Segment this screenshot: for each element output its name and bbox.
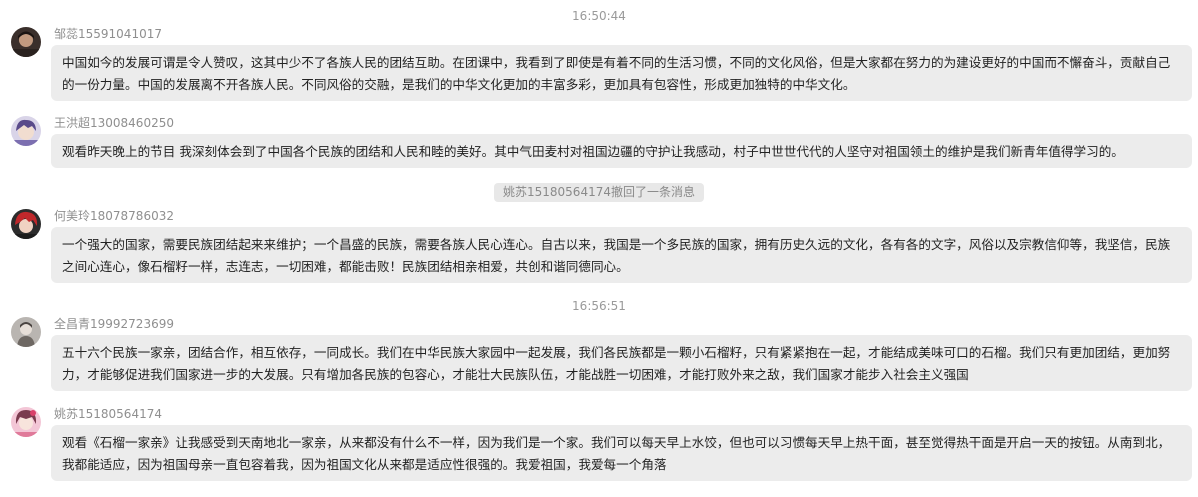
avatar[interactable] <box>11 116 41 146</box>
message-bubble[interactable]: 观看《石榴一家亲》让我感受到天南地北一家亲，从来都没有什么不一样，因为我们是一个… <box>51 425 1192 481</box>
timestamp: 16:56:51 <box>572 299 626 313</box>
avatar[interactable] <box>11 27 41 57</box>
chat-history: 16:50:44 邹蕊15591041017 中国如今的发展可谓是令人赞叹，这其… <box>0 0 1198 497</box>
sender-name: 王洪超13008460250 <box>54 116 174 130</box>
sender-name: 全昌青19992723699 <box>54 317 174 331</box>
message-bubble[interactable]: 中国如今的发展可谓是令人赞叹，这其中少不了各族人民的团结互助。在团课中，我看到了… <box>51 45 1192 101</box>
avatar[interactable] <box>11 209 41 239</box>
recall-notice-row: 姚苏15180564174撤回了一条消息 <box>0 181 1198 202</box>
red-hair-anime-avatar-icon <box>11 209 41 239</box>
sender-name: 何美玲18078786032 <box>54 209 174 223</box>
anime-character-avatar-icon <box>11 116 41 146</box>
message-bubble[interactable]: 一个强大的国家，需要民族团结起来来维护；一个昌盛的民族，需要各族人民心连心。自古… <box>51 227 1192 283</box>
sender-name: 姚苏15180564174 <box>54 407 162 421</box>
sender-name: 邹蕊15591041017 <box>54 27 162 41</box>
message-bubble[interactable]: 观看昨天晚上的节目 我深刻体会到了中国各个民族的团结和人民和睦的美好。其中气田麦… <box>51 134 1192 168</box>
message-bubble[interactable]: 五十六个民族一家亲，团结合作，相互依存，一同成长。我们在中华民族大家园中一起发展… <box>51 335 1192 391</box>
recall-notice: 姚苏15180564174撤回了一条消息 <box>494 183 704 202</box>
avatar[interactable] <box>11 317 41 347</box>
gray-figure-avatar-icon <box>11 317 41 347</box>
pink-anime-avatar-icon <box>11 407 41 437</box>
timestamp: 16:50:44 <box>572 9 626 23</box>
dark-portrait-avatar-icon <box>11 27 41 57</box>
avatar[interactable] <box>11 407 41 437</box>
